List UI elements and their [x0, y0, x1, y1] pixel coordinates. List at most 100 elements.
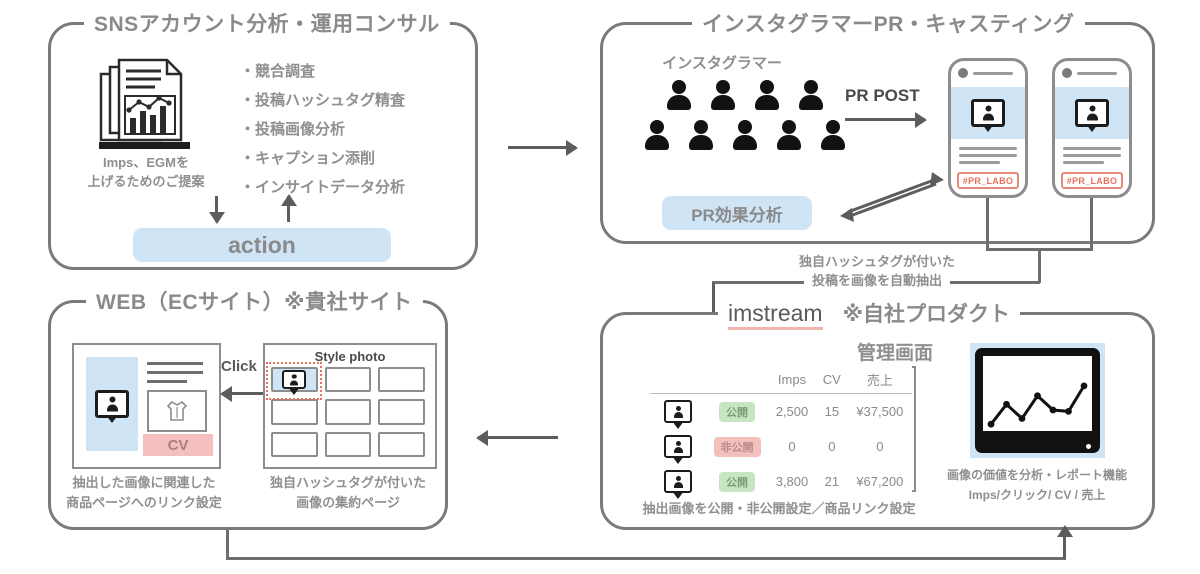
person-icon [710, 80, 736, 110]
connector-phones-down [986, 198, 989, 250]
panel-pr-title: インスタグラマーPR・キャスティング [692, 8, 1085, 38]
grid-cell[interactable] [378, 367, 425, 393]
table-header-row: Imps CV 売上 [650, 366, 912, 394]
row-imps: 3,800 [775, 474, 809, 489]
tshirt-icon [166, 400, 188, 421]
list-item: ・競合調査 [240, 63, 316, 80]
table-row: 非公開 0 0 0 [650, 429, 912, 464]
photo-person-icon [664, 435, 692, 458]
status-badge: 公開 [719, 401, 755, 422]
col-cv: CV [822, 372, 841, 387]
person-head [804, 80, 818, 94]
sns-bullet-list: ・競合調査 ・投稿ハッシュタグ精査 ・投稿画像分析 ・キャプション添削 ・インサ… [240, 60, 405, 197]
grid-cell[interactable] [271, 431, 318, 457]
row-cv: 21 [824, 474, 840, 489]
chart-point [1034, 392, 1041, 400]
person-head [672, 80, 686, 94]
photo-person-icon [971, 99, 1005, 127]
grid-cell[interactable] [324, 399, 372, 425]
col-sales: 売上 [866, 373, 893, 388]
chart-screen [983, 356, 1092, 431]
grid-cell[interactable] [378, 399, 425, 425]
row-thumbnail [650, 429, 706, 464]
chart-point [1003, 400, 1010, 408]
person-icon [754, 80, 780, 110]
crowd-label: インスタグラマー [662, 55, 782, 72]
click-label: Click [221, 358, 257, 375]
chart-point [1080, 382, 1088, 390]
web-caption-right-line2: 画像の集約ページ [296, 495, 400, 510]
product-text-lines [147, 362, 203, 383]
chart-point [987, 420, 995, 428]
person-head [650, 120, 664, 134]
person-icon [776, 120, 802, 150]
grid-cell[interactable] [324, 367, 372, 393]
person-icon [732, 120, 758, 150]
double-arrow-exchange [840, 172, 944, 222]
row-status: 公開 [706, 464, 768, 499]
row-status: 非公開 [706, 429, 768, 464]
row-status: 公開 [706, 393, 768, 429]
arrow-up-from-action [287, 196, 290, 222]
arrow-down-to-action [215, 196, 218, 222]
web-caption-right-line1: 独自ハッシュタグが付いた [269, 475, 427, 490]
status-badge: 公開 [719, 471, 755, 492]
row-cv: 0 [828, 439, 836, 454]
monitor-indicator [1086, 444, 1091, 449]
sns-icon-caption-line1: Imps、EGMを [103, 155, 189, 170]
panel-web-title: WEB（ECサイト）※貴社サイト [86, 286, 423, 316]
web-caption-left-line2: 商品ページへのリンク設定 [66, 495, 222, 510]
management-table: Imps CV 売上 公開 2,500 15 ¥37,500 非公開 0 0 0… [650, 366, 912, 499]
photo-person-icon [1075, 99, 1109, 127]
row-imps: 2,500 [768, 393, 816, 429]
connector-to-note-vert [1038, 248, 1041, 283]
report-caption-line1: 画像の価値を分析・レポート機能 [946, 468, 1128, 482]
person-head [760, 80, 774, 94]
diagram-canvas: SNSアカウント分析・運用コンサル Imps、EGMを 上げるためのご提案 ・競… [0, 0, 1200, 574]
hashtag-note-line1: 独自ハッシュタグが付いた [790, 251, 964, 270]
panel-sns-title: SNSアカウント分析・運用コンサル [84, 8, 450, 38]
avatar [1062, 68, 1072, 78]
post-caption-lines [959, 147, 1017, 168]
imstream-note: ※自社プロダクト [842, 303, 1010, 326]
person-head [782, 120, 796, 134]
person-icon [798, 80, 824, 110]
person-body [689, 135, 713, 150]
grid-cell[interactable] [324, 431, 372, 457]
panel-imstream-title: imstream ※自社プロダクト [718, 298, 1020, 330]
arrow-sns-to-pr [508, 146, 576, 149]
product-thumbnail [147, 390, 207, 432]
chart-point [1018, 415, 1026, 422]
table-row: 公開 2,500 15 ¥37,500 [650, 393, 912, 429]
row-thumbnail [650, 393, 706, 429]
status-badge: 非公開 [713, 436, 761, 457]
person-body [777, 135, 801, 150]
sns-icon-caption-line2: 上げるためのご提案 [87, 174, 205, 189]
feedback-loop-bottom [226, 557, 1066, 560]
post-caption-lines [1063, 147, 1121, 168]
connector-phones-down-2 [1090, 198, 1093, 250]
list-item: ・インサイトデータ分析 [240, 179, 406, 196]
feedback-loop-left-vert [226, 530, 229, 560]
grid-cell[interactable] [271, 399, 318, 425]
grid-cell[interactable] [378, 431, 425, 457]
photo-person-icon [95, 390, 129, 418]
row-imps: 0 [788, 439, 796, 454]
row-sales: 0 [876, 439, 884, 454]
phone-header [1062, 68, 1117, 78]
person-body [667, 95, 691, 110]
username-bar [973, 71, 1013, 75]
person-head [716, 80, 730, 94]
style-photo-label: Style photo [314, 349, 386, 364]
hashtag-badge: #PR_LABO [1061, 172, 1123, 189]
photo-person-icon [664, 470, 692, 493]
analytics-monitor [975, 348, 1100, 453]
row-sales: ¥37,500 [847, 393, 912, 429]
post-image [951, 87, 1025, 139]
report-monitor-wrap [970, 343, 1105, 458]
post-image [1055, 87, 1129, 139]
col-imps: Imps [777, 372, 807, 387]
avatar [958, 68, 968, 78]
pr-effect-analysis-pill: PR効果分析 [662, 196, 812, 230]
hashtag-note-line2: 投稿を画像を自動抽出 [803, 270, 951, 289]
